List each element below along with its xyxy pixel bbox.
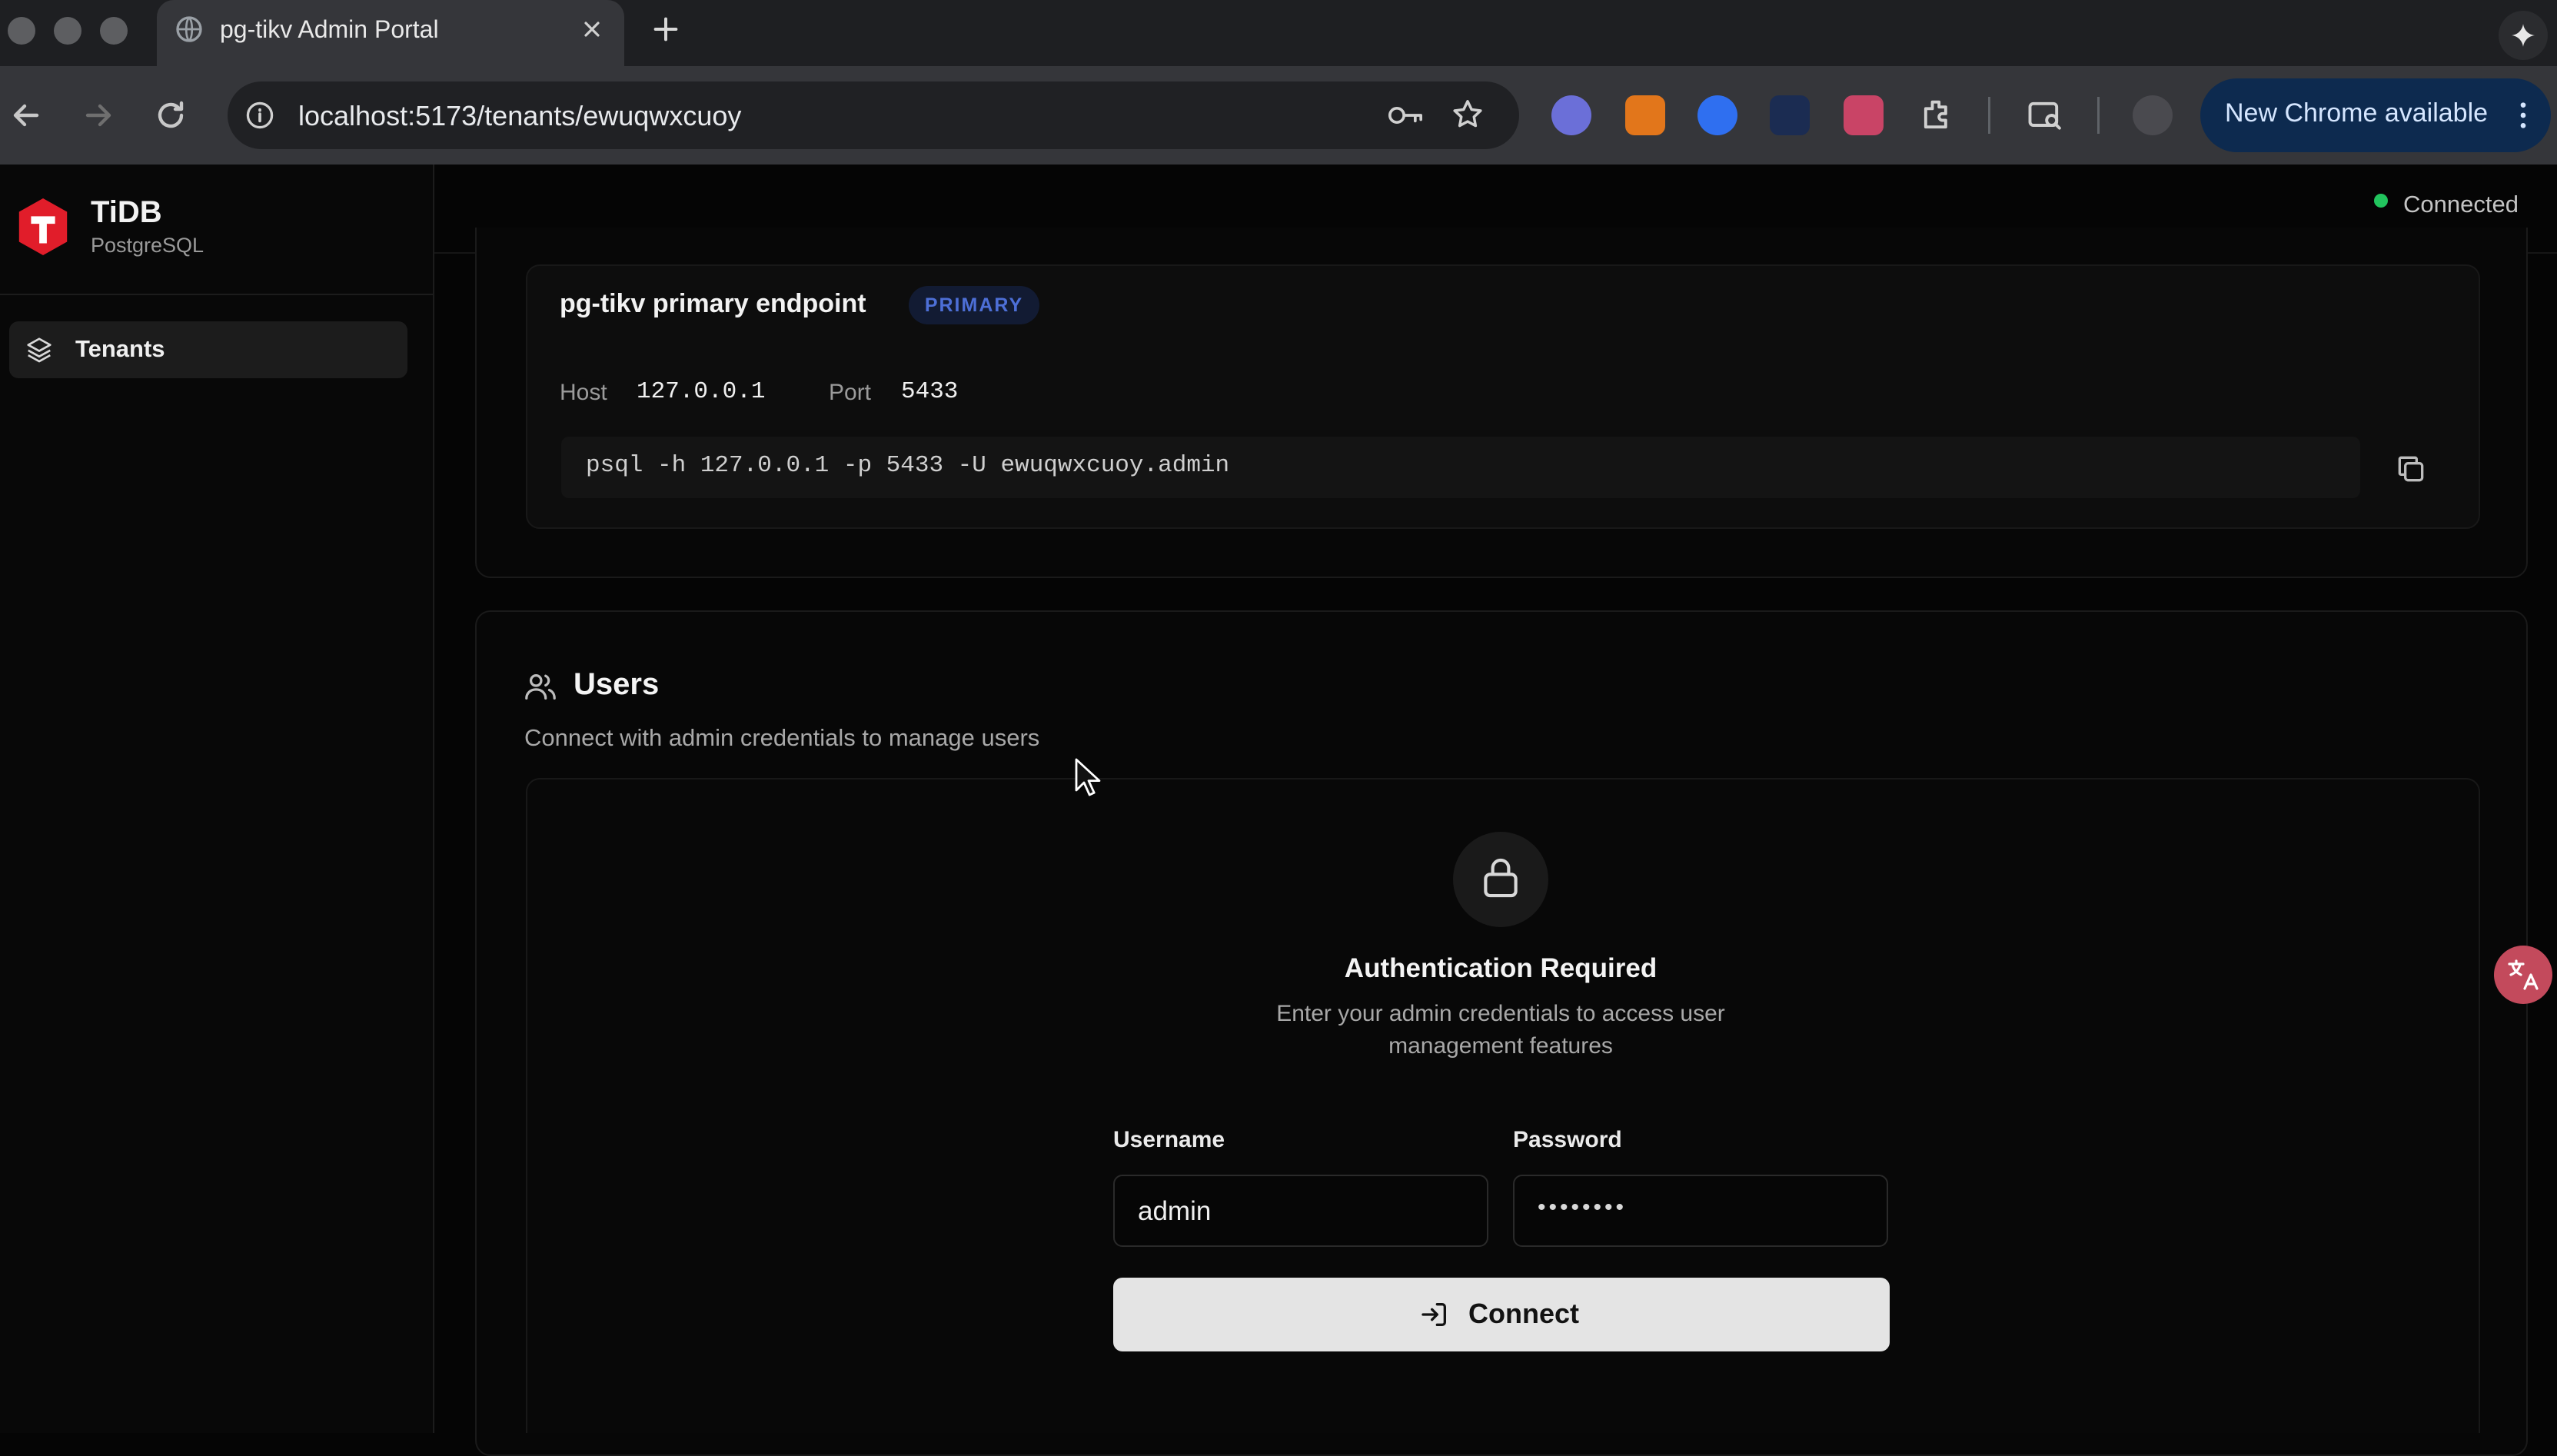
status-dot [2374, 194, 2388, 208]
login-icon [1421, 1303, 1446, 1326]
new-tab-icon[interactable] [650, 14, 681, 45]
connection-status: Connected [2403, 191, 2519, 218]
address-bar[interactable]: localhost:5173/tenants/ewuqwxcuoy [228, 81, 1519, 149]
window-close-control[interactable] [8, 17, 35, 45]
host-value: 127.0.0.1 [637, 378, 766, 405]
profile-avatar[interactable] [2133, 95, 2173, 135]
close-tab-icon[interactable] [580, 17, 604, 42]
window-maximize-control[interactable] [100, 17, 128, 45]
extensions-puzzle-icon[interactable] [1917, 95, 1957, 135]
site-info-icon[interactable] [243, 98, 277, 132]
username-label: Username [1113, 1127, 1225, 1152]
username-value: admin [1138, 1196, 1212, 1226]
extension-ghost-icon[interactable] [1551, 95, 1591, 135]
users-subtitle: Connect with admin credentials to manage… [524, 724, 1040, 751]
port-label: Port [829, 380, 872, 405]
users-icon [525, 673, 556, 700]
bookmark-star-icon[interactable] [1450, 97, 1485, 132]
auth-title: Authentication Required [1344, 953, 1658, 983]
sidebar-item-label: Tenants [75, 335, 165, 362]
lock-badge [1453, 832, 1548, 927]
connection-command-box: psql -h 127.0.0.1 -p 5433 -U ewuqwxcuoy.… [561, 437, 2360, 498]
password-label: Password [1513, 1127, 1622, 1152]
browser-tab-bar: pg-tikv Admin Portal [0, 0, 2557, 69]
globe-icon [176, 16, 202, 42]
extension-translate-icon[interactable] [1844, 95, 1884, 135]
auth-description-line-2: management features [1388, 1033, 1613, 1059]
psql-command: psql -h 127.0.0.1 -p 5433 -U ewuqwxcuoy.… [586, 452, 1230, 479]
toolbar-separator [2097, 97, 2100, 134]
sidebar: TiDB PostgreSQL Tenants [0, 165, 434, 1433]
more-vert-icon [2520, 102, 2526, 128]
endpoint-title: pg-tikv primary endpoint [560, 289, 866, 318]
gemini-button[interactable] [2499, 11, 2548, 60]
extension-check-icon[interactable] [1697, 95, 1737, 135]
tidb-logo [18, 198, 68, 256]
connect-button[interactable]: Connect [1113, 1278, 1890, 1351]
window-minimize-control[interactable] [54, 17, 81, 45]
browser-toolbar: localhost:5173/tenants/ewuqwxcuoy New Ch… [0, 66, 2557, 165]
back-arrow-icon[interactable] [8, 97, 45, 134]
layers-icon [27, 337, 52, 363]
brand-subtitle: PostgreSQL [91, 234, 204, 257]
sidebar-item-tenants[interactable]: Tenants [9, 321, 407, 378]
host-label: Host [560, 380, 607, 405]
auth-description-line-1: Enter your admin credentials to access u… [1276, 1001, 1725, 1026]
tab-search-icon[interactable] [2025, 95, 2065, 135]
forward-arrow-icon[interactable] [80, 97, 117, 134]
tab-title: pg-tikv Admin Portal [220, 15, 439, 43]
floating-translate-button[interactable] [2494, 946, 2552, 1004]
lock-icon [1484, 858, 1518, 898]
sidebar-divider [0, 294, 434, 295]
password-key-icon[interactable] [1385, 98, 1425, 132]
connect-label: Connect [1468, 1298, 1579, 1329]
copy-icon[interactable] [2394, 452, 2428, 486]
translate-icon [2508, 959, 2539, 990]
port-value: 5433 [901, 378, 959, 405]
password-value: •••••••• [1538, 1195, 1628, 1220]
new-chrome-available-button[interactable]: New Chrome available [2200, 78, 2551, 152]
users-title: Users [574, 667, 660, 701]
url-text: localhost:5173/tenants/ewuqwxcuoy [298, 100, 742, 131]
password-field[interactable]: •••••••• [1513, 1175, 1888, 1247]
browser-tab-active[interactable]: pg-tikv Admin Portal [157, 0, 624, 69]
toolbar-separator [1988, 97, 1990, 134]
primary-badge: PRIMARY [909, 286, 1039, 324]
sparkle-icon [2512, 24, 2535, 47]
extension-k-icon[interactable] [1770, 95, 1810, 135]
reload-icon[interactable] [152, 97, 189, 134]
username-field[interactable]: admin [1113, 1175, 1488, 1247]
extension-fox-icon[interactable] [1625, 95, 1665, 135]
brand-name: TiDB [91, 195, 162, 229]
mouse-cursor-icon [1075, 758, 1101, 796]
